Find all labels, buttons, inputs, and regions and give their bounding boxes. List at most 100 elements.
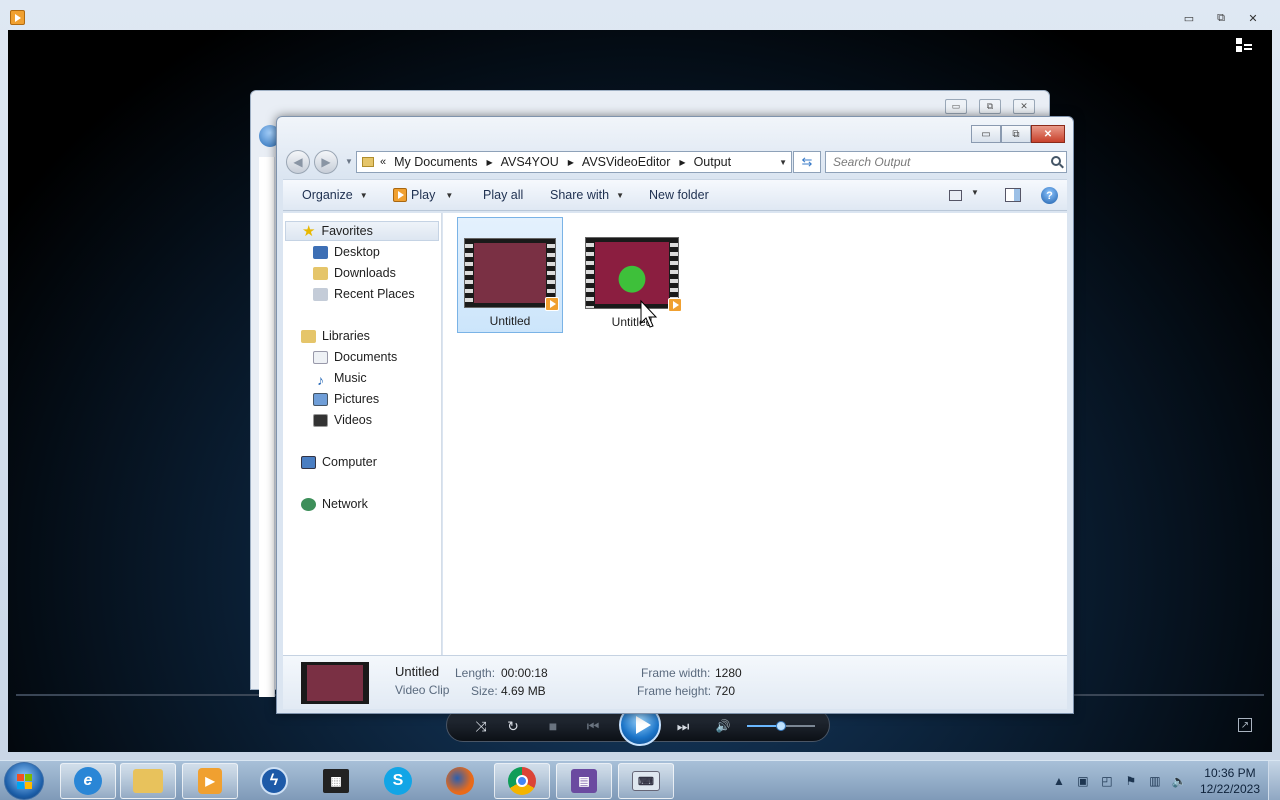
action-center-flag-icon[interactable]: ⚑ — [1124, 774, 1138, 788]
recent-pages-chevron-icon[interactable]: ▼ — [345, 157, 353, 166]
minimize-button[interactable]: ▭ — [1176, 9, 1202, 27]
restore-button[interactable]: ⧉ — [1208, 9, 1234, 27]
stop-icon[interactable]: ■ — [543, 716, 563, 736]
file-name: Untitled — [489, 314, 531, 328]
explorer-close-button[interactable]: ✕ — [1031, 125, 1065, 143]
star-icon: ★ — [302, 222, 316, 240]
mouse-cursor-icon — [640, 299, 658, 328]
nav-music[interactable]: ♪ Music — [313, 368, 367, 388]
movie-maker-icon[interactable]: ▤ — [556, 763, 612, 799]
volume-slider-thumb[interactable] — [776, 721, 786, 731]
breadcrumb-output[interactable]: Output — [694, 155, 732, 169]
nav-computer[interactable]: Computer — [301, 452, 377, 472]
details-pane: Untitled Video Clip Length: 00:00:18 Siz… — [283, 655, 1067, 709]
system-tray: ▲ ▣ ◰ ⚑ ▥ 🔈 10:36 PM 12/22/2023 — [1042, 761, 1260, 800]
nav-downloads[interactable]: Downloads — [313, 263, 396, 283]
file-item[interactable]: Untitled — [579, 217, 685, 333]
back-restore-icon: ⧉ — [979, 99, 1001, 114]
play-menu[interactable]: Play ▼ — [393, 188, 453, 202]
start-button[interactable] — [4, 762, 44, 800]
breadcrumb-overflow[interactable]: « — [380, 156, 386, 168]
back-button[interactable]: ◀ — [286, 150, 310, 174]
breadcrumb-avsvideoeditor[interactable]: AVSVideoEditor ▶ — [582, 155, 686, 169]
tray-app-icon[interactable]: ▣ — [1076, 774, 1090, 788]
nav-desktop[interactable]: Desktop — [313, 242, 380, 262]
clock-time: 10:36 PM — [1204, 766, 1256, 780]
length-label: Length: — [455, 666, 496, 680]
change-view-icon[interactable] — [949, 190, 962, 201]
video-editor-icon[interactable]: ▦ — [308, 763, 364, 799]
address-dropdown-icon[interactable]: ▼ — [779, 158, 787, 167]
length-value: 00:00:18 — [501, 666, 548, 680]
keyboard-app-icon[interactable]: ⌨ — [618, 763, 674, 799]
nav-network[interactable]: Network — [301, 494, 368, 514]
volume-icon[interactable]: 🔊 — [713, 716, 733, 736]
details-thumbnail — [301, 662, 369, 704]
organize-menu[interactable]: Organize ▼ — [302, 188, 368, 202]
skype-icon[interactable]: S — [370, 763, 426, 799]
volume-muted-icon[interactable]: 🔈 — [1171, 774, 1186, 788]
frame-height-value: 720 — [715, 684, 736, 698]
video-thumbnail — [585, 237, 682, 312]
play-all-button[interactable]: Play all — [483, 188, 523, 202]
chrome-icon[interactable] — [494, 763, 550, 799]
switch-to-library-icon[interactable] — [1236, 38, 1252, 52]
nav-libraries[interactable]: Libraries — [301, 326, 370, 346]
navigation-pane: ★ Favorites Desktop Downloads Recent Plac… — [283, 213, 442, 655]
refresh-button[interactable]: ⇆ — [793, 151, 821, 173]
show-desktop-button[interactable] — [1268, 761, 1280, 800]
volume-slider[interactable] — [747, 721, 815, 731]
close-button[interactable]: ✕ — [1240, 9, 1266, 27]
back-minimize-icon: ▭ — [945, 99, 967, 114]
address-bar[interactable]: « My Documents ▶ AVS4YOU ▶ AVSVideoEditor ▶… — [356, 151, 792, 173]
frame-width-label: Frame width: — [641, 666, 711, 680]
breadcrumb-my-documents[interactable]: My Documents ▶ — [394, 155, 493, 169]
breadcrumb-avs4you[interactable]: AVS4YOU ▶ — [501, 155, 574, 169]
media-player-icon — [10, 10, 25, 25]
details-file-type: Video Clip — [395, 683, 450, 697]
nav-pictures[interactable]: Pictures — [313, 389, 379, 409]
shuffle-icon[interactable]: ⤨ — [471, 716, 491, 736]
firefox-icon[interactable] — [432, 763, 488, 799]
previous-icon[interactable]: ⏮ — [583, 716, 603, 736]
help-icon[interactable]: ? — [1041, 187, 1058, 204]
back-close-icon: ✕ — [1013, 99, 1035, 114]
clock[interactable]: 10:36 PM 12/22/2023 — [1200, 765, 1260, 797]
video-thumbnail — [464, 238, 559, 311]
preview-pane-icon[interactable] — [1005, 188, 1021, 202]
search-icon[interactable] — [1051, 156, 1061, 166]
nav-videos[interactable]: Videos — [313, 410, 372, 430]
more-views-chevron-icon[interactable]: ▼ — [971, 188, 979, 197]
nav-favorites[interactable]: ★ Favorites — [285, 221, 439, 241]
tray-network-card-icon[interactable]: ◰ — [1100, 774, 1114, 788]
forward-button[interactable]: ▶ — [314, 150, 338, 174]
share-with-menu[interactable]: Share with ▼ — [550, 188, 624, 202]
file-explorer-icon[interactable] — [120, 763, 176, 799]
explorer-maximize-button[interactable]: ⧉ — [1001, 125, 1031, 143]
network-icon — [301, 497, 316, 511]
nav-documents[interactable]: Documents — [313, 347, 397, 367]
search-box[interactable] — [825, 151, 1067, 173]
network-icon[interactable]: ▥ — [1148, 774, 1162, 788]
show-hidden-icons-icon[interactable]: ▲ — [1052, 774, 1066, 788]
clock-date: 12/22/2023 — [1199, 782, 1260, 796]
downloads-icon — [313, 266, 328, 280]
desktop-icon — [313, 245, 328, 259]
repeat-icon[interactable]: ↻ — [503, 716, 523, 736]
taskbar: e ▶ ϟ ▦ S ▤ ⌨ ▲ ▣ ◰ ⚑ ▥ 🔈 10:36 PM 12/22… — [0, 760, 1280, 800]
file-item[interactable]: Untitled — [457, 217, 563, 333]
videos-icon — [313, 413, 328, 427]
internet-explorer-icon[interactable]: e — [60, 763, 116, 799]
next-icon[interactable]: ⏭ — [673, 716, 693, 736]
explorer-minimize-button[interactable]: ▭ — [971, 125, 1001, 143]
folder-icon — [362, 157, 374, 167]
lightning-app-icon[interactable]: ϟ — [246, 763, 302, 799]
pictures-icon — [313, 392, 328, 406]
documents-icon — [313, 350, 328, 364]
new-folder-button[interactable]: New folder — [649, 188, 709, 202]
explorer-window: ▭ ⧉ ✕ ◀ ▶ ▼ « My Documents ▶ AVS4YOU ▶ AVS… — [276, 116, 1074, 714]
media-player-taskbar-icon[interactable]: ▶ — [182, 763, 238, 799]
nav-recent-places[interactable]: Recent Places — [313, 284, 415, 304]
search-input[interactable] — [833, 155, 1043, 169]
fullscreen-icon[interactable]: ↗ — [1238, 718, 1252, 732]
